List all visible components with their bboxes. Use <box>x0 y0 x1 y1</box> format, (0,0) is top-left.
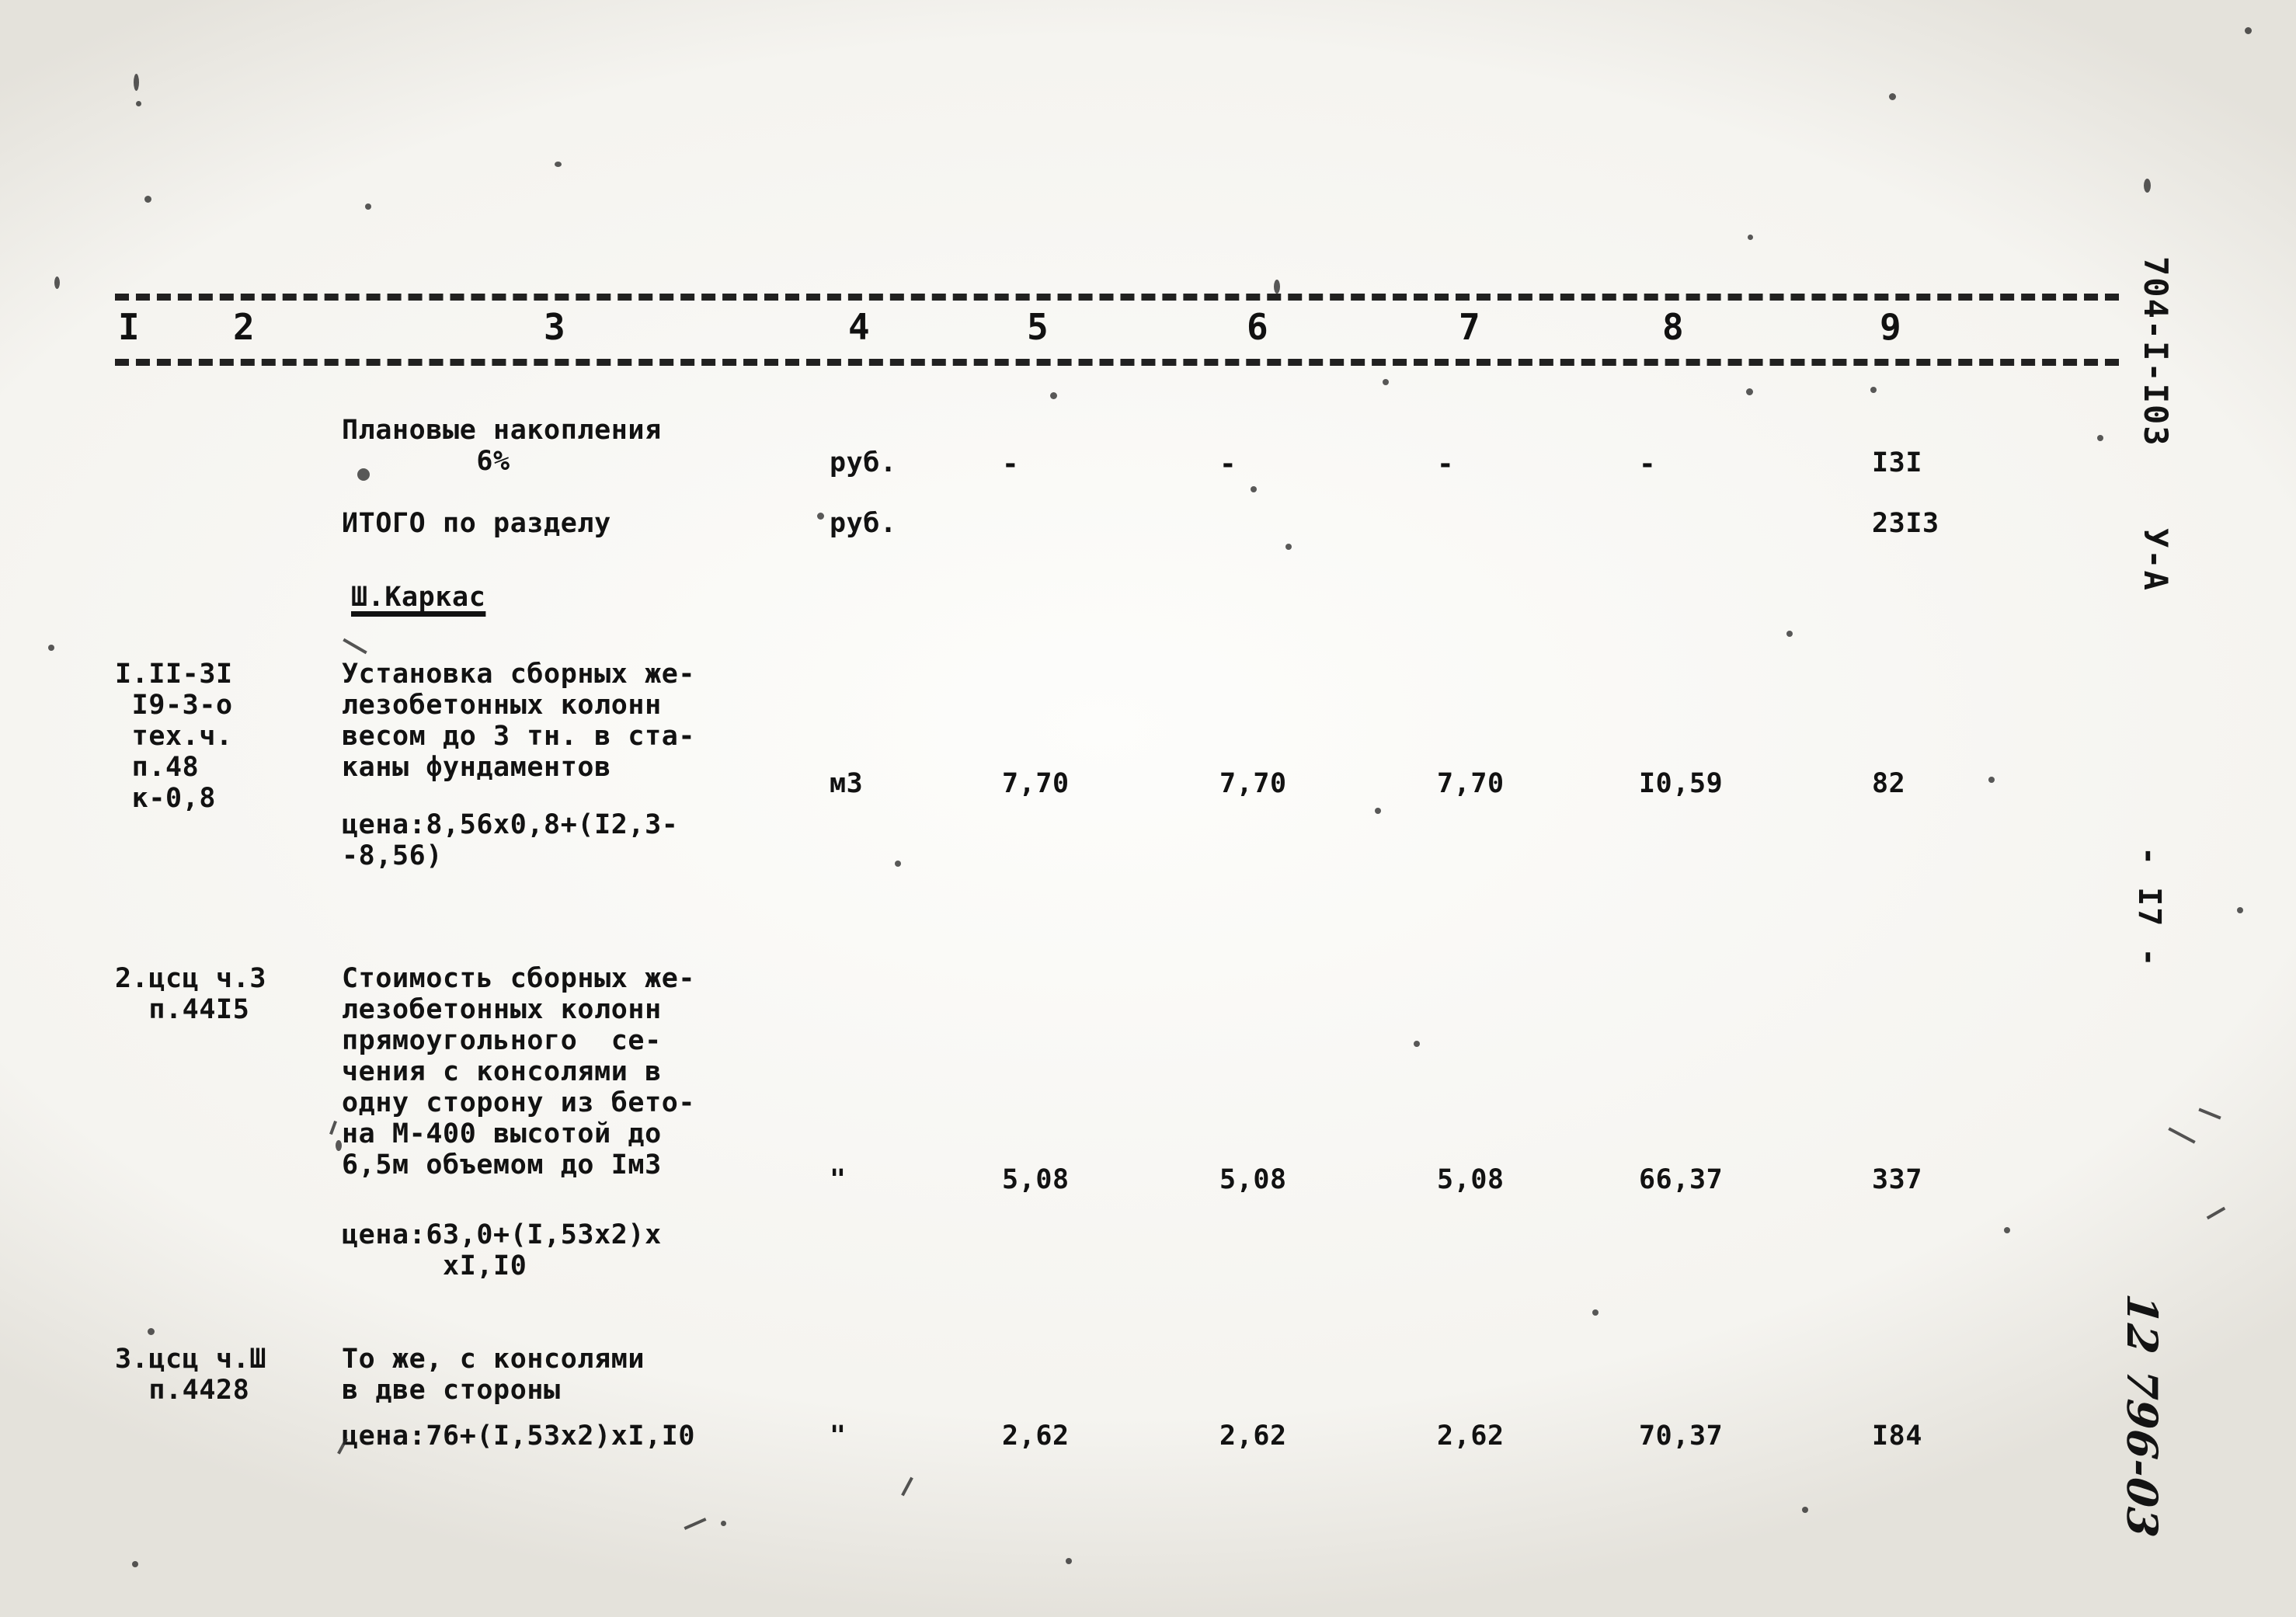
row-3-code: I.II-3I I9-3-о тех.ч. п.48 к-0,8 <box>115 659 233 814</box>
row-3-col9: 82 <box>1872 768 1906 799</box>
row-4-code: 2.цсц ч.3 п.44I5 <box>115 963 267 1025</box>
column-number-7: 7 <box>1459 306 1481 348</box>
margin-page-number: - I7 - <box>2131 847 2167 968</box>
row-3-unit: м3 <box>830 768 864 799</box>
scanned-document-page: I 2 3 4 5 6 7 8 9 Плановые накопления 6%… <box>0 0 2296 1617</box>
row-1-col5: - <box>1002 448 1019 480</box>
row-1-description: Плановые накопления 6% <box>342 415 662 477</box>
row-1-unit: руб. <box>830 447 897 478</box>
row-1-col6: - <box>1219 448 1237 480</box>
row-5-col5: 2,62 <box>1002 1421 1070 1452</box>
row-1-col7: - <box>1437 448 1454 480</box>
row-3-note: цена:8,56х0,8+(I2,3- -8,56) <box>342 809 679 871</box>
row-5-description: То же, с консолями в две стороны <box>342 1344 645 1406</box>
row-5-unit: " <box>830 1421 847 1452</box>
row-1-col9: I3I <box>1872 447 1923 478</box>
estimate-table: I 2 3 4 5 6 7 8 9 Плановые накопления 6%… <box>0 0 2296 1617</box>
row-2-unit: руб. <box>830 508 897 539</box>
row-3-col6: 7,70 <box>1219 768 1287 799</box>
margin-series-code: У-А <box>2137 528 2175 592</box>
column-number-5: 5 <box>1027 306 1049 348</box>
row-4-description: Стоимость сборных же- лезобетонных колон… <box>342 963 696 1181</box>
row-4-note: цена:63,0+(I,53х2)х хI,I0 <box>342 1219 662 1281</box>
row-4-col8: 66,37 <box>1639 1164 1724 1195</box>
row-4-col5: 5,08 <box>1002 1164 1070 1195</box>
row-4-col6: 5,08 <box>1219 1164 1287 1195</box>
table-header-rule-top <box>115 294 2119 301</box>
column-number-3: 3 <box>544 306 566 348</box>
column-number-2: 2 <box>233 306 256 348</box>
column-number-6: 6 <box>1247 306 1269 348</box>
column-number-4: 4 <box>848 306 871 348</box>
margin-handwritten-archive-number: 12 796-03 <box>2117 1292 2167 1541</box>
table-header-rule-bottom <box>115 359 2119 366</box>
row-4-col9: 337 <box>1872 1164 1923 1195</box>
row-5-note: цена:76+(I,53х2)хI,I0 <box>342 1421 696 1452</box>
column-number-8: 8 <box>1662 306 1685 348</box>
row-1-col8: - <box>1639 448 1656 480</box>
row-3-col7: 7,70 <box>1437 768 1505 799</box>
row-2-description: ИТОГО по разделу <box>342 508 611 539</box>
row-5-col8: 70,37 <box>1639 1421 1724 1452</box>
row-3-col8: I0,59 <box>1639 768 1724 799</box>
section-heading: Ш.Каркас <box>351 582 486 613</box>
row-5-col7: 2,62 <box>1437 1421 1505 1452</box>
column-number-1: I <box>118 306 141 348</box>
row-5-code: 3.цсц ч.Ш п.4428 <box>115 1344 267 1406</box>
row-4-col7: 5,08 <box>1437 1164 1505 1195</box>
row-3-description: Установка сборных же- лезобетонных колон… <box>342 659 696 783</box>
column-number-9: 9 <box>1880 306 1902 348</box>
margin-document-code: 704-I-I03 <box>2137 256 2175 447</box>
row-3-col5: 7,70 <box>1002 768 1070 799</box>
row-5-col6: 2,62 <box>1219 1421 1287 1452</box>
row-5-col9: I84 <box>1872 1421 1923 1452</box>
row-2-col9: 23I3 <box>1872 508 1939 539</box>
row-4-unit: " <box>830 1164 847 1195</box>
